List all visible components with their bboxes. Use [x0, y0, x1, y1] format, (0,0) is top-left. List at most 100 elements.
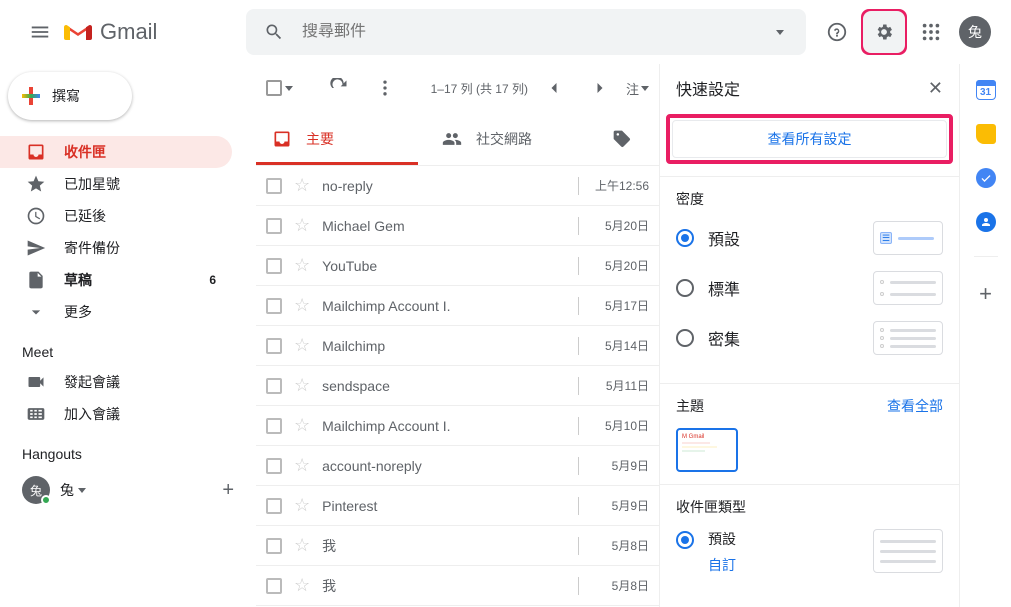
density-thumb-default[interactable]: ☰ — [873, 221, 943, 255]
nav-more[interactable]: 更多 — [0, 296, 232, 328]
tab-label: 主要 — [306, 129, 334, 149]
star-icon[interactable]: ☆ — [294, 455, 310, 476]
inboxtype-default-row[interactable]: 預設 自訂 — [676, 529, 943, 575]
message-row[interactable]: ☆Mailchimp Account I.5月10日 — [256, 406, 659, 446]
meet-join[interactable]: 加入會議 — [0, 398, 232, 430]
row-checkbox[interactable] — [266, 258, 282, 274]
sender: sendspace — [322, 378, 562, 394]
star-icon[interactable]: ☆ — [294, 295, 310, 316]
inboxtype-thumb[interactable] — [873, 529, 943, 573]
message-row[interactable]: ☆Pinterest5月9日 — [256, 486, 659, 526]
date: 5月20日 — [595, 257, 649, 274]
message-row[interactable]: ☆我5月8日 — [256, 526, 659, 566]
radio-icon[interactable] — [676, 279, 694, 297]
star-icon[interactable]: ☆ — [294, 495, 310, 516]
prev-page-button[interactable] — [534, 68, 574, 108]
density-label: 密集 — [708, 326, 740, 350]
quick-settings-title: 快速設定 — [676, 76, 740, 100]
star-icon[interactable]: ☆ — [294, 575, 310, 596]
header-left: Gmail — [8, 12, 246, 52]
search-bar[interactable] — [246, 9, 806, 55]
inboxtype-section: 收件匣類型 預設 自訂 — [660, 484, 959, 587]
nav-label: 收件匣 — [64, 142, 216, 162]
message-row[interactable]: ☆Mailchimp5月14日 — [256, 326, 659, 366]
message-row[interactable]: ☆sendspace5月11日 — [256, 366, 659, 406]
message-row[interactable]: ☆Michael Gem5月20日 — [256, 206, 659, 246]
hangouts-user-row[interactable]: 兔 兔 + — [0, 468, 248, 504]
search-icon[interactable] — [254, 12, 294, 52]
nav-sent[interactable]: 寄件備份 — [0, 232, 232, 264]
nav-inbox[interactable]: 收件匣 — [0, 136, 232, 168]
account-avatar[interactable]: 兔 — [959, 16, 991, 48]
row-checkbox[interactable] — [266, 338, 282, 354]
density-standard-row[interactable]: 標準 — [676, 271, 943, 305]
next-page-button[interactable] — [580, 68, 620, 108]
row-checkbox[interactable] — [266, 538, 282, 554]
message-row[interactable]: ☆account-noreply5月9日 — [256, 446, 659, 486]
row-checkbox[interactable] — [266, 218, 282, 234]
settings-button[interactable] — [863, 11, 905, 53]
radio-icon[interactable] — [676, 229, 694, 247]
quick-settings-header: 快速設定 ✕ — [660, 64, 959, 112]
density-compact-row[interactable]: 密集 — [676, 321, 943, 355]
nav-starred[interactable]: 已加星號 — [0, 168, 232, 200]
search-input[interactable] — [294, 23, 758, 41]
nav-label: 已加星號 — [64, 174, 216, 194]
apps-grid-button[interactable] — [911, 12, 951, 52]
more-actions-button[interactable] — [365, 68, 405, 108]
row-checkbox[interactable] — [266, 458, 282, 474]
tab-promotions[interactable] — [596, 112, 648, 165]
star-icon[interactable]: ☆ — [294, 375, 310, 396]
tab-social[interactable]: 社交網路 — [426, 112, 596, 165]
get-addons-button[interactable]: + — [979, 281, 992, 307]
star-icon[interactable]: ☆ — [294, 335, 310, 356]
theme-view-all-link[interactable]: 查看全部 — [887, 396, 943, 416]
see-all-settings-button[interactable]: 查看所有設定 — [672, 120, 947, 158]
radio-icon[interactable] — [676, 329, 694, 347]
theme-thumb-default[interactable]: M Gmail — [676, 428, 738, 472]
keep-addon-button[interactable] — [976, 124, 996, 144]
people-icon — [442, 129, 462, 149]
close-button[interactable]: ✕ — [928, 78, 943, 99]
nav-drafts[interactable]: 草稿 6 — [0, 264, 232, 296]
density-default-row[interactable]: 預設 ☰ — [676, 221, 943, 255]
row-checkbox[interactable] — [266, 578, 282, 594]
tab-primary[interactable]: 主要 — [256, 112, 426, 165]
star-icon[interactable]: ☆ — [294, 215, 310, 236]
row-checkbox[interactable] — [266, 178, 282, 194]
search-options-button[interactable] — [758, 12, 798, 52]
star-icon[interactable]: ☆ — [294, 415, 310, 436]
support-button[interactable] — [817, 12, 857, 52]
main-menu-button[interactable] — [20, 12, 60, 52]
contacts-addon-button[interactable] — [976, 212, 996, 232]
star-icon[interactable]: ☆ — [294, 535, 310, 556]
density-title: 密度 — [676, 189, 704, 209]
sender: Mailchimp Account I. — [322, 418, 562, 434]
star-icon[interactable]: ☆ — [294, 255, 310, 276]
row-checkbox[interactable] — [266, 498, 282, 514]
density-thumb-standard[interactable] — [873, 271, 943, 305]
message-row[interactable]: ☆Mailchimp Account I.5月17日 — [256, 286, 659, 326]
refresh-button[interactable] — [319, 68, 359, 108]
row-checkbox[interactable] — [266, 418, 282, 434]
select-all-checkbox[interactable] — [266, 80, 293, 96]
chevron-down-icon[interactable] — [78, 488, 86, 493]
radio-icon[interactable] — [676, 531, 694, 549]
gmail-logo[interactable]: Gmail — [64, 19, 157, 45]
inboxtype-custom-link[interactable]: 自訂 — [708, 555, 736, 575]
row-checkbox[interactable] — [266, 298, 282, 314]
star-icon[interactable]: ☆ — [294, 175, 310, 196]
compose-button[interactable]: 撰寫 — [8, 72, 132, 120]
calendar-addon-button[interactable]: 31 — [976, 80, 996, 100]
message-row[interactable]: ☆no-reply上午12:56 — [256, 166, 659, 206]
add-contact-button[interactable]: + — [222, 479, 234, 502]
message-row[interactable]: ☆我5月8日 — [256, 566, 659, 606]
tasks-addon-button[interactable] — [976, 168, 996, 188]
message-row[interactable]: ☆YouTube5月20日 — [256, 246, 659, 286]
nav-snoozed[interactable]: 已延後 — [0, 200, 232, 232]
input-tools-button[interactable]: 注 — [626, 79, 649, 98]
row-checkbox[interactable] — [266, 378, 282, 394]
meet-new[interactable]: 發起會議 — [0, 366, 232, 398]
nav-label: 草稿 — [64, 270, 191, 290]
density-thumb-compact[interactable] — [873, 321, 943, 355]
